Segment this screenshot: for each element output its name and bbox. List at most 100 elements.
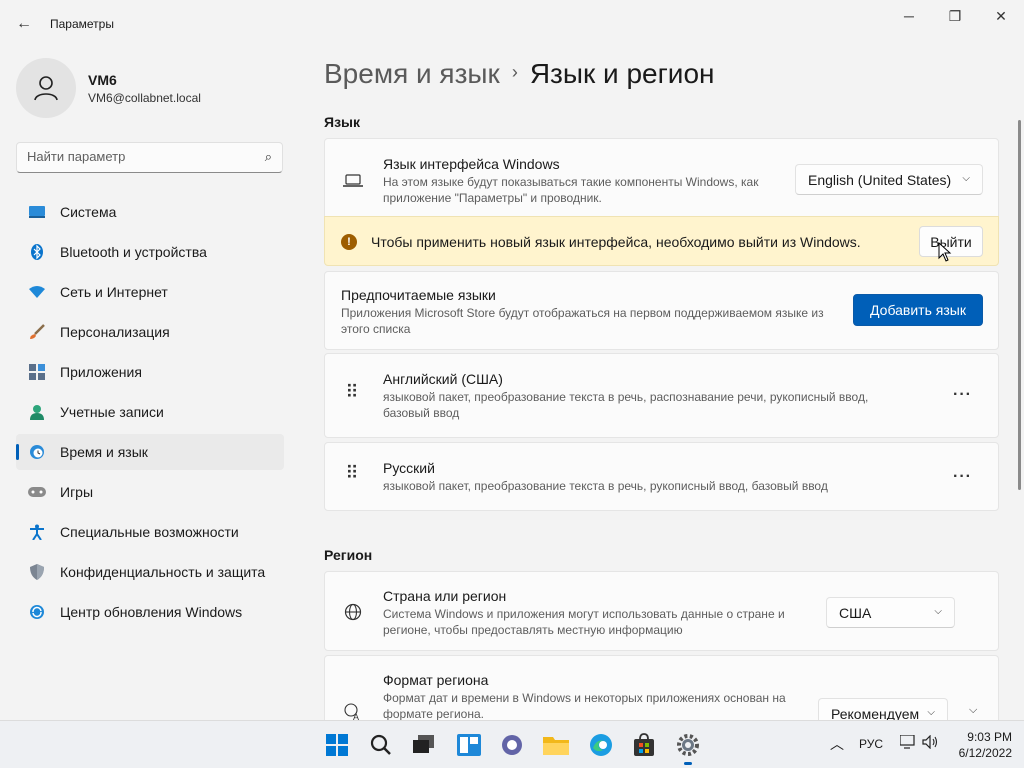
taskbar-clock[interactable]: 9:03 PM 6/12/2022 xyxy=(950,729,1012,761)
country-region-value: США xyxy=(839,604,872,621)
sidebar-item-label: Система xyxy=(60,204,117,220)
sidebar-item-windows-update[interactable]: Центр обновления Windows xyxy=(16,594,284,630)
shield-icon xyxy=(28,563,46,581)
windows-update-icon xyxy=(28,603,46,621)
clock-time: 9:03 PM xyxy=(967,730,1012,744)
preferred-languages-title: Предпочитаемые языки xyxy=(341,287,496,303)
more-options-icon[interactable]: ··· xyxy=(953,468,972,486)
volume-icon[interactable] xyxy=(922,734,940,752)
avatar[interactable] xyxy=(16,58,76,118)
display-language-dropdown[interactable]: English (United States) ⌵ xyxy=(795,164,983,195)
breadcrumb: Время и язык › Язык и регион xyxy=(324,58,714,90)
display-language-value: English (United States) xyxy=(808,171,952,188)
sidebar-item-label: Приложения xyxy=(60,364,142,380)
network-status-icon[interactable] xyxy=(899,734,916,752)
sidebar-item-network[interactable]: Сеть и Интернет xyxy=(16,274,284,310)
regional-format-title: Формат региона xyxy=(383,672,489,688)
display-language-card: Язык интерфейса Windows На этом языке бу… xyxy=(324,138,999,217)
search-icon[interactable]: ⌕ xyxy=(265,149,272,165)
scrollbar[interactable] xyxy=(1018,120,1021,490)
profile-email: VM6@collabnet.local xyxy=(88,91,201,105)
task-view-icon[interactable] xyxy=(410,731,438,759)
windows-start-icon[interactable] xyxy=(323,731,351,759)
system-icon xyxy=(28,203,46,221)
display-language-title: Язык интерфейса Windows xyxy=(383,156,560,172)
breadcrumb-parent[interactable]: Время и язык xyxy=(324,58,500,89)
search-input[interactable] xyxy=(27,149,247,164)
store-icon[interactable] xyxy=(630,731,658,759)
country-region-card: Страна или регион Система Windows и прил… xyxy=(324,571,999,651)
settings-icon[interactable] xyxy=(674,731,702,765)
sidebar-item-apps[interactable]: Приложения xyxy=(16,354,284,390)
sidebar-item-label: Сеть и Интернет xyxy=(60,284,168,300)
warning-text: Чтобы применить новый язык интерфейса, н… xyxy=(371,234,861,250)
accounts-icon xyxy=(28,403,46,421)
laptop-icon xyxy=(343,171,363,191)
chevron-down-icon: ⌵ xyxy=(927,707,935,718)
sidebar-item-label: Персонализация xyxy=(60,324,170,340)
sidebar-item-bluetooth[interactable]: Bluetooth и устройства xyxy=(16,234,284,270)
edge-icon[interactable] xyxy=(587,731,615,759)
sidebar-item-personalization[interactable]: Персонализация xyxy=(16,314,284,350)
sidebar-item-time-language[interactable]: Время и язык xyxy=(16,434,284,470)
sidebar-item-privacy[interactable]: Конфиденциальность и защита xyxy=(16,554,284,590)
brush-icon xyxy=(28,323,46,341)
preferred-languages-card: Предпочитаемые языки Приложения Microsof… xyxy=(324,271,999,350)
sidebar-item-gaming[interactable]: Игры xyxy=(16,474,284,510)
page-title: Язык и регион xyxy=(529,58,715,89)
show-hidden-icons-icon[interactable]: ︿ xyxy=(830,734,844,754)
teams-chat-icon[interactable] xyxy=(498,731,526,759)
close-button[interactable]: ✕ xyxy=(978,0,1024,32)
more-options-icon[interactable]: ··· xyxy=(953,386,972,404)
accessibility-icon xyxy=(28,523,46,541)
sidebar-item-label: Конфиденциальность и защита xyxy=(60,564,266,580)
preferred-languages-description: Приложения Microsoft Store будут отображ… xyxy=(341,306,824,336)
sidebar-item-label: Учетные записи xyxy=(60,404,164,420)
gaming-icon xyxy=(28,483,46,501)
signout-warning-bar: ! Чтобы применить новый язык интерфейса,… xyxy=(324,216,999,266)
window-title: Параметры xyxy=(50,17,114,31)
regional-format-card: A Формат региона Формат дат и времени в … xyxy=(324,655,999,729)
sidebar-nav: Система Bluetooth и устройства Сеть и Ин… xyxy=(16,194,284,634)
section-heading-language: Язык xyxy=(324,114,360,130)
chevron-down-icon: ⌵ xyxy=(934,606,942,617)
clock-date: 6/12/2022 xyxy=(958,746,1012,760)
user-icon xyxy=(34,76,58,101)
widgets-icon[interactable] xyxy=(455,731,483,759)
language-features: языковой пакет, преобразование текста в … xyxy=(383,479,828,493)
profile-name: VM6 xyxy=(88,72,117,88)
country-region-dropdown[interactable]: США ⌵ xyxy=(826,597,955,628)
breadcrumb-separator: › xyxy=(511,62,518,82)
sidebar-item-system[interactable]: Система xyxy=(16,194,284,230)
time-language-icon xyxy=(28,443,46,461)
file-explorer-icon[interactable] xyxy=(542,731,570,759)
drag-handle-icon[interactable]: ⠿ xyxy=(345,383,361,401)
sidebar-item-label: Центр обновления Windows xyxy=(60,604,243,620)
user-profile: VM6 VM6@collabnet.local xyxy=(16,58,286,118)
expand-chevron-icon[interactable]: ⌵ xyxy=(969,704,977,717)
sidebar-item-accounts[interactable]: Учетные записи xyxy=(16,394,284,430)
add-language-button[interactable]: Добавить язык xyxy=(853,294,983,326)
regional-format-description: Формат дат и времени в Windows и некотор… xyxy=(383,691,786,721)
maximize-button[interactable]: ❐ xyxy=(932,0,978,32)
language-item[interactable]: ⠿ Русский языковой пакет, преобразование… xyxy=(324,442,999,511)
input-language-indicator[interactable]: РУС xyxy=(859,737,883,751)
sidebar-item-label: Время и язык xyxy=(60,444,148,460)
minimize-button[interactable]: ─ xyxy=(886,0,932,32)
settings-search: ⌕ xyxy=(16,142,283,173)
bluetooth-icon xyxy=(28,243,46,261)
display-language-description: На этом языке будут показываться такие к… xyxy=(383,175,759,205)
apps-icon xyxy=(28,363,46,381)
language-name: Английский (США) xyxy=(383,371,503,387)
chevron-down-icon: ⌵ xyxy=(962,173,970,184)
warning-icon: ! xyxy=(341,234,357,250)
search-icon[interactable] xyxy=(367,731,395,759)
language-item[interactable]: ⠿ Английский (США) языковой пакет, преоб… xyxy=(324,353,999,438)
drag-handle-icon[interactable]: ⠿ xyxy=(345,464,361,482)
country-region-title: Страна или регион xyxy=(383,588,507,604)
back-arrow-icon[interactable]: ← xyxy=(10,10,38,38)
regional-format-icon: A xyxy=(343,702,363,722)
sidebar-item-label: Специальные возможности xyxy=(60,524,239,540)
sidebar-item-label: Игры xyxy=(60,484,94,500)
sidebar-item-accessibility[interactable]: Специальные возможности xyxy=(16,514,284,550)
